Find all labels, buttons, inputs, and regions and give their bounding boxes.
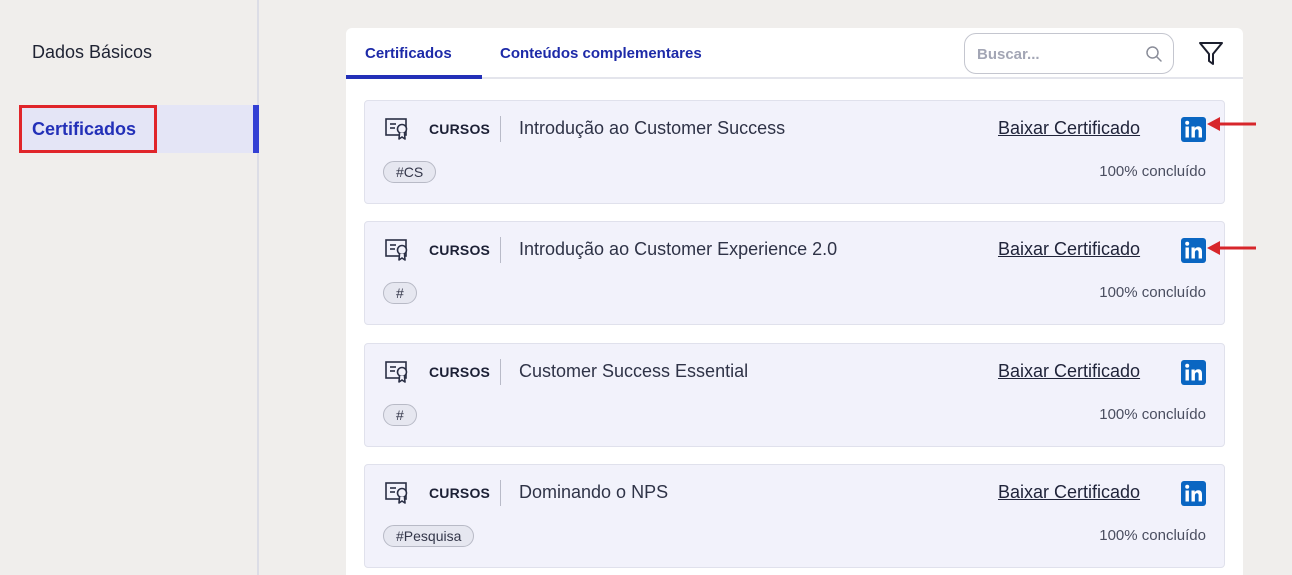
- card-type-label: CURSOS: [429, 242, 491, 258]
- tab-conteudos-complementares[interactable]: Conteúdos complementares: [500, 45, 702, 62]
- card-title: Dominando o NPS: [519, 482, 669, 502]
- certificate-icon: [385, 361, 408, 383]
- filter-icon[interactable]: [1198, 40, 1224, 68]
- sidebar-item-dados-basicos[interactable]: Dados Básicos: [32, 42, 152, 63]
- card-title: Customer Success Essential: [519, 361, 749, 381]
- sidebar-item-certificados[interactable]: Certificados: [19, 105, 259, 153]
- download-certificate-link[interactable]: Baixar Certificado: [998, 239, 1140, 260]
- progress-status: 100% concluído: [1099, 527, 1206, 544]
- progress-status: 100% concluído: [1099, 163, 1206, 180]
- certificate-card: CURSOS Customer Success Essential Baixar…: [364, 343, 1225, 447]
- sidebar-item-label: Certificados: [19, 105, 157, 153]
- download-certificate-link[interactable]: Baixar Certificado: [998, 118, 1140, 139]
- search-icon[interactable]: [1145, 45, 1163, 63]
- search-input[interactable]: [977, 43, 1137, 65]
- certificate-card: CURSOS Dominando o NPS Baixar Certificad…: [364, 464, 1225, 568]
- card-type-label: CURSOS: [429, 121, 491, 137]
- certificate-icon: [385, 482, 408, 504]
- certificate-icon: [385, 239, 408, 261]
- certificate-icon: [385, 118, 408, 140]
- divider: [500, 237, 501, 263]
- divider: [500, 116, 501, 142]
- linkedin-icon[interactable]: [1181, 117, 1206, 142]
- tab-certificados[interactable]: Certificados: [365, 45, 452, 62]
- download-certificate-link[interactable]: Baixar Certificado: [998, 361, 1140, 382]
- tag-badge: #Pesquisa: [383, 525, 475, 547]
- tag-badge: #CS: [383, 161, 437, 183]
- linkedin-icon[interactable]: [1181, 238, 1206, 263]
- tag-badge: #: [383, 282, 417, 304]
- active-tab-indicator: [346, 75, 482, 79]
- progress-status: 100% concluído: [1099, 284, 1206, 301]
- download-certificate-link[interactable]: Baixar Certificado: [998, 482, 1140, 503]
- linkedin-icon[interactable]: [1181, 481, 1206, 506]
- sidebar: Dados Básicos Certificados: [0, 0, 259, 575]
- tag-badge: #: [383, 404, 417, 426]
- card-title: Introdução ao Customer Success: [519, 118, 786, 138]
- card-title: Introdução ao Customer Experience 2.0: [519, 239, 838, 259]
- arrow-left-icon: [1207, 241, 1256, 255]
- divider: [500, 359, 501, 385]
- arrow-left-icon: [1207, 117, 1256, 131]
- divider: [500, 480, 501, 506]
- search-box: [964, 33, 1174, 74]
- certificate-card: CURSOS Introdução ao Customer Success Ba…: [364, 100, 1225, 204]
- certificate-card: CURSOS Introdução ao Customer Experience…: [364, 221, 1225, 325]
- progress-status: 100% concluído: [1099, 406, 1206, 423]
- card-type-label: CURSOS: [429, 485, 491, 501]
- tab-bar: Certificados Conteúdos complementares: [346, 28, 1243, 79]
- card-type-label: CURSOS: [429, 364, 491, 380]
- linkedin-icon[interactable]: [1181, 360, 1206, 385]
- certificates-panel: Certificados Conteúdos complementares CU…: [346, 28, 1243, 575]
